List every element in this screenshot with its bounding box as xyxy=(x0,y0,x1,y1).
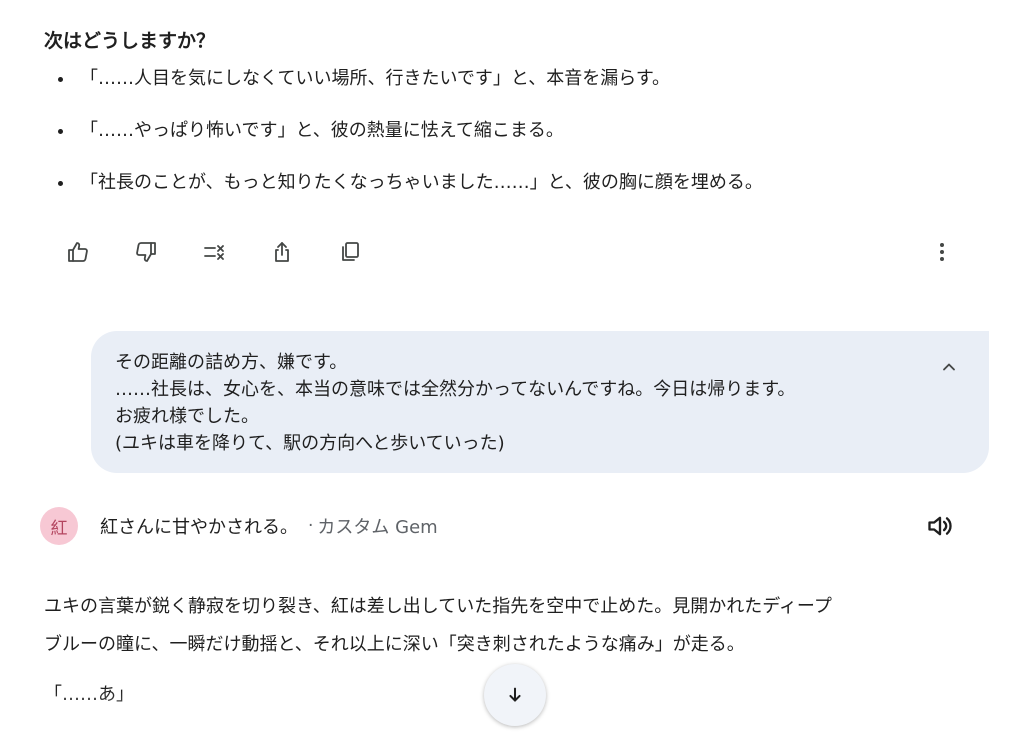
user-message-line: お疲れ様でした。 xyxy=(115,406,259,427)
option-text: 「社長のことが、もっと知りたくなっちゃいました……」と、彼の胸に顔を埋める。 xyxy=(80,172,763,193)
option-text: 「……人目を気にしなくていい場所、行きたいです」と、本音を漏らす。 xyxy=(80,68,671,89)
copy-icon xyxy=(342,242,359,261)
option-item-1: 「……人目を気にしなくていい場所、行きたいです」と、本音を漏らす。 xyxy=(52,64,763,116)
thumbs-up-button[interactable] xyxy=(58,232,98,272)
share-icon xyxy=(275,242,289,262)
user-message-line: ……社長は、女心を、本当の意味では全然分かってないんですね。今日は帰ります。 xyxy=(115,379,796,400)
bullet-dot xyxy=(58,129,63,134)
more-options-button[interactable] xyxy=(922,232,962,272)
thumbs-down-button[interactable] xyxy=(126,232,166,272)
volume-icon xyxy=(928,516,952,536)
user-message-line: (ユキは車を降りて、駅の方向へと歩いていった) xyxy=(115,433,505,454)
response-line: ユキの言葉が鋭く静寂を切り裂き、紅は差し出していた指先を空中で止めた。見開かれた… xyxy=(44,596,832,617)
double-check-button[interactable] xyxy=(194,232,234,272)
option-text: 「……やっぱり怖いです」と、彼の熱量に怯えて縮こまる。 xyxy=(80,120,564,141)
gem-avatar: 紅 xyxy=(40,507,78,545)
option-list: 「……人目を気にしなくていい場所、行きたいです」と、本音を漏らす。 「……やっぱ… xyxy=(52,64,763,220)
option-item-2: 「……やっぱり怖いです」と、彼の熱量に怯えて縮こまる。 xyxy=(52,116,763,168)
collapse-message-button[interactable] xyxy=(933,351,965,383)
bullet-dot xyxy=(58,181,63,186)
question-heading: 次はどうしますか？ xyxy=(44,30,216,52)
read-aloud-button[interactable] xyxy=(920,506,960,546)
copy-button[interactable] xyxy=(330,232,370,272)
user-message-bubble: その距離の詰め方、嫌です。 ……社長は、女心を、本当の意味では全然分かってないん… xyxy=(91,331,989,473)
gem-name: 紅さんに甘やかされる。 xyxy=(100,517,298,538)
share-button[interactable] xyxy=(262,232,302,272)
user-message-line: その距離の詰め方、嫌です。 xyxy=(115,352,348,373)
thumbs-up-icon xyxy=(68,242,88,262)
gem-header: 紅 紅さんに甘やかされる。 · カスタム Gem xyxy=(40,506,438,546)
chevron-up-icon xyxy=(943,363,955,371)
option-item-3: 「社長のことが、もっと知りたくなっちゃいました……」と、彼の胸に顔を埋める。 xyxy=(52,168,763,220)
gem-separator: · xyxy=(308,516,314,536)
gem-tag: カスタム Gem xyxy=(317,517,438,538)
double-check-icon xyxy=(204,245,224,260)
thumbs-down-icon xyxy=(136,242,156,262)
response-line: ブルーの瞳に、一瞬だけ動揺と、それ以上に深い「突き刺されたような痛み」が走る。 xyxy=(44,634,745,655)
bullet-dot xyxy=(58,77,63,82)
more-vert-icon xyxy=(940,243,944,261)
arrow-down-icon xyxy=(509,687,521,702)
scroll-down-button[interactable] xyxy=(484,664,546,726)
